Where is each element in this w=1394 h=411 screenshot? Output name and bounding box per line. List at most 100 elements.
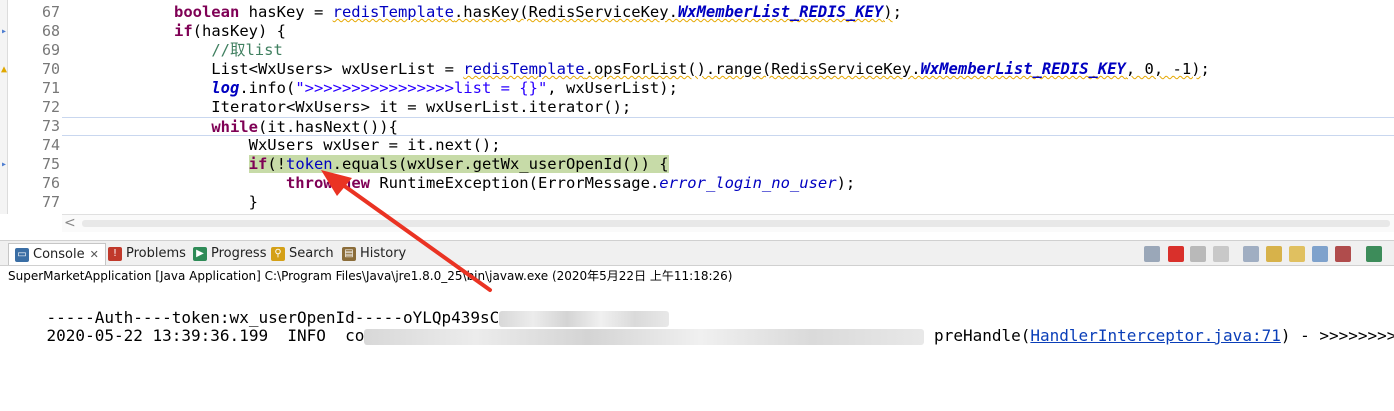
code-line[interactable]: Iterator<WxUsers> it = wxUserList.iterat… [62, 98, 1394, 117]
console-icon: ▭ [15, 247, 29, 262]
code-token: (it.hasNext()){ [257, 118, 398, 136]
line-number: 67 [41, 3, 60, 21]
code-token: token [285, 155, 333, 173]
code-token: (! [267, 155, 286, 173]
display-selected-console-icon[interactable] [1366, 246, 1382, 262]
code-token: if [248, 155, 268, 173]
code-token: Iterator<WxUsers> it = wxUserList.iterat… [62, 98, 632, 116]
code-token: , wxUserList); [547, 79, 678, 97]
code-line[interactable]: log.info(">>>>>>>>>>>>>>>>list = {}", wx… [62, 79, 1394, 98]
console-output-line: -----Auth----token:wx_userOpenId-----oYL… [8, 288, 670, 327]
close-icon[interactable]: ✕ [90, 244, 99, 266]
console-text: 2020-05-22 13:39:36.199 INFO co [46, 326, 365, 345]
code-token: new [341, 174, 370, 192]
code-token: if [173, 22, 193, 40]
line-number: 72 [41, 98, 60, 116]
console-text: ) - >>>>>>>>> [1280, 326, 1394, 345]
code-line[interactable]: if(!token.equals(wxUser.getWx_userOpenId… [62, 155, 1394, 174]
code-token: throw [285, 174, 333, 192]
tab-history[interactable]: ▤ History [342, 243, 406, 265]
console-view-tabbar: ▭ Console ✕ ! Problems ▶ Progress ⚲ Sear… [0, 240, 1394, 266]
code-token: WxMemberList_REDIS_KEY [677, 3, 884, 21]
code-token: RuntimeException(ErrorMessage. [369, 174, 660, 192]
tab-console-label: Console [33, 246, 85, 262]
tab-search-label: Search [289, 246, 334, 261]
tab-problems[interactable]: ! Problems [108, 243, 186, 265]
scroll-track[interactable] [82, 220, 1390, 227]
terminate-icon[interactable] [1168, 246, 1184, 262]
scroll-left-icon[interactable]: < [64, 215, 76, 231]
code-token: error_login_no_user [659, 174, 837, 192]
line-number: 71 [41, 79, 60, 97]
tab-search[interactable]: ⚲ Search [271, 243, 334, 265]
console-output[interactable]: -----Auth----token:wx_userOpenId-----oYL… [8, 286, 1394, 411]
scroll-lock-icon[interactable] [1266, 246, 1282, 262]
line-number-gutter: 67 68 69 70 71 72 73 74 75 76 77 [8, 0, 60, 214]
code-line[interactable]: if(hasKey) { [62, 22, 1394, 41]
code-token: WxUsers wxUser = it.next(); [62, 136, 501, 154]
code-editor[interactable]: ▸ ▲ ▸ 67 68 69 70 71 72 73 74 75 76 77 boolean hasKe… [0, 0, 1394, 232]
code-line[interactable]: while(it.hasNext()){ [62, 117, 1394, 136]
console-output-line: 2020-05-22 13:39:36.199 INFO co preHandl… [8, 306, 1394, 345]
line-number: 76 [41, 174, 60, 192]
code-token: //取list [211, 41, 283, 59]
word-wrap-icon[interactable] [1289, 246, 1305, 262]
code-token: List<WxUsers> wxUserList = [62, 60, 464, 78]
code-token: (hasKey) { [192, 22, 286, 40]
code-token: } [62, 193, 258, 211]
line-number: 75 [41, 155, 60, 173]
show-console-on-error-icon[interactable] [1335, 246, 1351, 262]
code-line[interactable]: //取list [62, 41, 1394, 60]
history-icon: ▤ [342, 247, 356, 261]
code-token: ) [883, 3, 893, 21]
editor-horizontal-scrollbar[interactable]: < [62, 214, 1394, 232]
line-number: 77 [41, 193, 60, 211]
console-text: preHandle( [924, 326, 1031, 345]
line-number: 69 [41, 41, 60, 59]
code-token: log [211, 79, 240, 97]
code-line[interactable]: boolean hasKey = redisTemplate.hasKey(Re… [62, 3, 1394, 22]
tab-progress[interactable]: ▶ Progress [193, 243, 266, 265]
code-token: hasKey = [239, 3, 333, 21]
tab-problems-label: Problems [126, 246, 186, 261]
code-token: .opsForList().range(RedisServiceKey. [584, 60, 921, 78]
remove-all-launches-icon[interactable] [1213, 246, 1229, 262]
code-token: ); [836, 174, 856, 192]
redacted-region [364, 328, 925, 345]
code-line[interactable]: List<WxUsers> wxUserList = redisTemplate… [62, 60, 1394, 79]
override-marker-icon[interactable]: ▸ [0, 26, 8, 38]
tab-console[interactable]: ▭ Console ✕ [8, 243, 106, 265]
code-line[interactable]: } [62, 193, 1394, 212]
line-number: 70 [41, 60, 60, 78]
code-token: .hasKey(RedisServiceKey. [453, 3, 678, 21]
code-line[interactable]: WxUsers wxUser = it.next(); [62, 136, 1394, 155]
code-token: while [211, 118, 258, 136]
launch-configuration-label: SuperMarketApplication [Java Application… [8, 269, 733, 283]
code-line[interactable]: throw new RuntimeException(ErrorMessage.… [62, 174, 1394, 193]
code-token: redisTemplate [463, 60, 585, 78]
code-token: ; [1200, 60, 1210, 78]
warning-marker-icon[interactable]: ▲ [0, 64, 8, 76]
override-marker-icon[interactable]: ▸ [0, 159, 8, 171]
problems-icon: ! [108, 247, 122, 261]
show-console-on-output-icon[interactable] [1312, 246, 1328, 262]
code-area[interactable]: boolean hasKey = redisTemplate .hasKey(Re… [62, 0, 1394, 214]
stacktrace-link[interactable]: HandlerInterceptor.java:71 [1030, 326, 1280, 345]
code-token: .equals(wxUser.getWx_userOpenId()) { [332, 155, 669, 173]
clear-console-icon[interactable] [1243, 246, 1259, 262]
line-number: 73 [41, 117, 60, 135]
code-token: .info( [239, 79, 296, 97]
pin-console-icon[interactable] [1144, 246, 1160, 262]
code-token: WxMemberList_REDIS_KEY [920, 60, 1126, 78]
line-number: 68 [41, 22, 60, 40]
overview-ruler: ▸ ▲ ▸ [0, 0, 8, 214]
remove-launch-icon[interactable] [1190, 246, 1206, 262]
progress-icon: ▶ [193, 247, 207, 261]
line-number: 74 [41, 136, 60, 154]
code-token: boolean [173, 3, 240, 21]
